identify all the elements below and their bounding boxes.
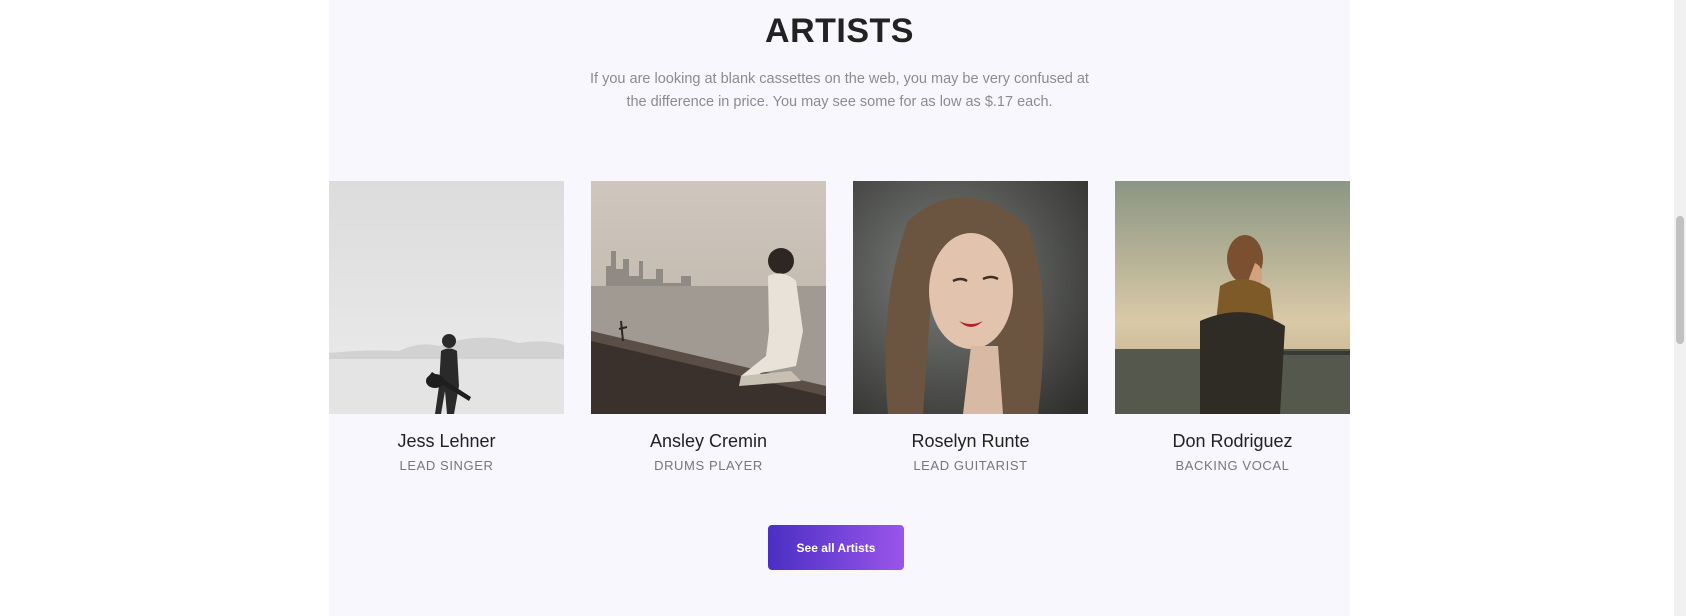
artist-card[interactable]: Roselyn Runte LEAD GUITARIST bbox=[853, 181, 1088, 473]
section-title: ARTISTS bbox=[765, 12, 914, 50]
artist-role: BACKING VOCAL bbox=[1175, 458, 1290, 473]
artist-card[interactable]: Don Rodriguez BACKING VOCAL bbox=[1115, 181, 1350, 473]
page-scrollbar[interactable] bbox=[1674, 0, 1686, 616]
scrollbar-thumb[interactable] bbox=[1676, 216, 1684, 344]
artist-name: Jess Lehner bbox=[397, 431, 496, 451]
artist-role: LEAD GUITARIST bbox=[913, 458, 1028, 473]
section-subtitle: If you are looking at blank cassettes on… bbox=[590, 71, 1089, 110]
artist-role: DRUMS PLAYER bbox=[654, 458, 763, 473]
artist-role: LEAD SINGER bbox=[399, 458, 494, 473]
artist-name: Roselyn Runte bbox=[911, 431, 1030, 451]
artist-name: Don Rodriguez bbox=[1172, 431, 1293, 451]
man-scarf-photo[interactable] bbox=[1115, 181, 1350, 414]
artist-card[interactable]: Ansley Cremin DRUMS PLAYER bbox=[591, 181, 826, 473]
artist-card[interactable]: Jess Lehner LEAD SINGER bbox=[329, 181, 564, 473]
artists-row: Jess Lehner LEAD SINGER Ansley Cremin DR… bbox=[329, 181, 1350, 481]
artist-name: Ansley Cremin bbox=[649, 431, 768, 451]
man-by-lake-photo[interactable] bbox=[591, 181, 826, 414]
woman-portrait-photo[interactable] bbox=[853, 181, 1088, 414]
artists-section: ARTISTS If you are looking at blank cass… bbox=[329, 0, 1350, 616]
see-all-artists-button[interactable]: See all Artists bbox=[768, 525, 904, 570]
guitarist-desert-photo[interactable] bbox=[329, 181, 564, 414]
